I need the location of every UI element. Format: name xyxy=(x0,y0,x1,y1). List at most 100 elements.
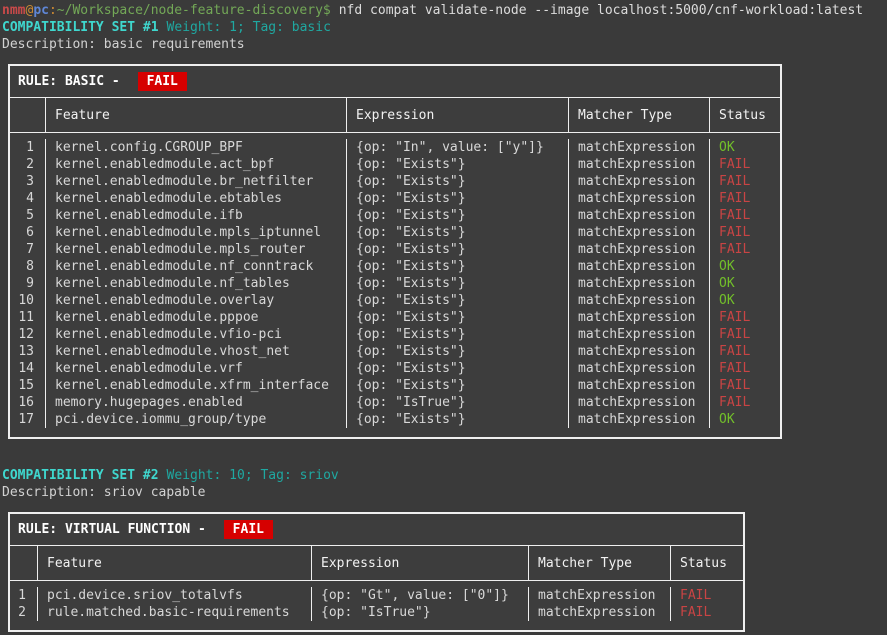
row-index: 14 xyxy=(10,360,46,377)
row-status: OK xyxy=(710,275,780,292)
set-1-description: Description: basic requirements xyxy=(2,36,887,53)
row-feature: pci.device.iommu_group/type xyxy=(46,411,347,428)
table-body: 1 pci.device.sriov_totalvfs {op: "Gt", v… xyxy=(10,581,743,630)
column-header-status: Status xyxy=(671,546,743,580)
row-index: 7 xyxy=(10,241,46,258)
row-feature: pci.device.sriov_totalvfs xyxy=(38,587,312,604)
row-status: FAIL xyxy=(710,224,780,241)
row-matcher: matchExpression xyxy=(569,258,710,275)
table-row: 7 kernel.enabledmodule.mpls_router {op: … xyxy=(10,241,780,258)
row-feature: kernel.enabledmodule.act_bpf xyxy=(46,156,347,173)
row-matcher: matchExpression xyxy=(569,241,710,258)
row-matcher: matchExpression xyxy=(569,377,710,394)
row-index: 1 xyxy=(10,139,46,156)
row-matcher: matchExpression xyxy=(569,411,710,428)
table-row: 17 pci.device.iommu_group/type {op: "Exi… xyxy=(10,411,780,428)
row-index: 8 xyxy=(10,258,46,275)
row-feature: kernel.enabledmodule.pppoe xyxy=(46,309,347,326)
table-row: 4 kernel.enabledmodule.ebtables {op: "Ex… xyxy=(10,190,780,207)
table-row: 5 kernel.enabledmodule.ifb {op: "Exists"… xyxy=(10,207,780,224)
row-matcher: matchExpression xyxy=(569,394,710,411)
row-feature: kernel.config.CGROUP_BPF xyxy=(46,139,347,156)
rule-label: RULE: BASIC - xyxy=(18,73,128,90)
row-expression: {op: "Exists"} xyxy=(347,292,569,309)
row-feature: kernel.enabledmodule.mpls_router xyxy=(46,241,347,258)
row-expression: {op: "Exists"} xyxy=(347,309,569,326)
rule-header-virtual-function: RULE: VIRTUAL FUNCTION - FAIL xyxy=(10,514,743,546)
row-status: FAIL xyxy=(710,377,780,394)
row-expression: {op: "Exists"} xyxy=(347,190,569,207)
row-status: FAIL xyxy=(710,190,780,207)
row-matcher: matchExpression xyxy=(569,275,710,292)
row-status: FAIL xyxy=(710,326,780,343)
row-matcher: matchExpression xyxy=(569,190,710,207)
row-feature: kernel.enabledmodule.xfrm_interface xyxy=(46,377,347,394)
compat-set-2: COMPATIBILITY SET #2 Weight: 10; Tag: sri… xyxy=(2,467,887,632)
row-status: OK xyxy=(710,139,780,156)
rule-label: RULE: VIRTUAL FUNCTION - xyxy=(18,521,214,538)
column-header-feature: Feature xyxy=(38,546,312,580)
table-row: 6 kernel.enabledmodule.mpls_iptunnel {op… xyxy=(10,224,780,241)
row-feature: kernel.enabledmodule.overlay xyxy=(46,292,347,309)
row-feature: kernel.enabledmodule.ebtables xyxy=(46,190,347,207)
column-header-matcher: Matcher Type xyxy=(529,546,671,580)
table-row: 16 memory.hugepages.enabled {op: "IsTrue… xyxy=(10,394,780,411)
typed-command: nfd compat validate-node --image localho… xyxy=(339,3,863,18)
row-matcher: matchExpression xyxy=(529,587,671,604)
row-matcher: matchExpression xyxy=(569,360,710,377)
row-matcher: matchExpression xyxy=(569,309,710,326)
row-expression: {op: "Exists"} xyxy=(347,207,569,224)
fail-status-badge: FAIL xyxy=(138,72,187,91)
row-feature: kernel.enabledmodule.nf_tables xyxy=(46,275,347,292)
row-expression: {op: "Exists"} xyxy=(347,258,569,275)
table-header-row: Feature Expression Matcher Type Status xyxy=(10,98,780,133)
row-matcher: matchExpression xyxy=(569,326,710,343)
row-expression: {op: "Exists"} xyxy=(347,224,569,241)
row-index: 10 xyxy=(10,292,46,309)
set-2-meta: Weight: 10; Tag: sriov xyxy=(167,468,339,483)
row-index: 4 xyxy=(10,190,46,207)
table-row: 15 kernel.enabledmodule.xfrm_interface {… xyxy=(10,377,780,394)
row-feature: memory.hugepages.enabled xyxy=(46,394,347,411)
row-status: OK xyxy=(710,292,780,309)
column-header-feature: Feature xyxy=(46,98,347,132)
row-index: 9 xyxy=(10,275,46,292)
column-header-index xyxy=(10,546,38,580)
row-expression: {op: "Exists"} xyxy=(347,377,569,394)
row-expression: {op: "Gt", value: ["0"]} xyxy=(312,587,529,604)
row-matcher: matchExpression xyxy=(569,343,710,360)
fail-status-badge: FAIL xyxy=(224,520,273,539)
table-row: 1 pci.device.sriov_totalvfs {op: "Gt", v… xyxy=(10,587,743,604)
row-expression: {op: "Exists"} xyxy=(347,156,569,173)
prompt-host: pc xyxy=(33,3,49,18)
row-matcher: matchExpression xyxy=(569,139,710,156)
row-feature: rule.matched.basic-requirements xyxy=(38,604,312,621)
prompt-dollar-sign: $ xyxy=(323,3,331,18)
row-index: 15 xyxy=(10,377,46,394)
row-expression: {op: "Exists"} xyxy=(347,343,569,360)
row-status: FAIL xyxy=(710,207,780,224)
row-index: 1 xyxy=(10,587,38,604)
rule-table-virtual-function: RULE: VIRTUAL FUNCTION - FAIL Feature Ex… xyxy=(8,512,745,632)
table-row: 13 kernel.enabledmodule.vhost_net {op: "… xyxy=(10,343,780,360)
column-header-index xyxy=(10,98,46,132)
row-status: FAIL xyxy=(710,394,780,411)
prompt-path: ~/Workspace/node-feature-discovery xyxy=(57,3,323,18)
set-2-description: Description: sriov capable xyxy=(2,484,887,501)
compat-set-1: COMPATIBILITY SET #1Weight: 1; Tag: basi… xyxy=(2,19,887,439)
row-matcher: matchExpression xyxy=(569,173,710,190)
row-feature: kernel.enabledmodule.ifb xyxy=(46,207,347,224)
row-expression: {op: "IsTrue"} xyxy=(312,604,529,621)
shell-prompt-line: nmm@pc:~/Workspace/node-feature-discover… xyxy=(2,2,887,19)
column-header-expression: Expression xyxy=(347,98,569,132)
set-2-title: COMPATIBILITY SET #2 xyxy=(2,468,159,483)
row-status: FAIL xyxy=(710,173,780,190)
row-index: 12 xyxy=(10,326,46,343)
row-status: FAIL xyxy=(710,241,780,258)
row-status: OK xyxy=(710,411,780,428)
table-row: 10 kernel.enabledmodule.overlay {op: "Ex… xyxy=(10,292,780,309)
set-1-meta: Weight: 1; Tag: basic xyxy=(167,20,331,35)
table-row: 8 kernel.enabledmodule.nf_conntrack {op:… xyxy=(10,258,780,275)
row-expression: {op: "Exists"} xyxy=(347,173,569,190)
row-matcher: matchExpression xyxy=(569,292,710,309)
